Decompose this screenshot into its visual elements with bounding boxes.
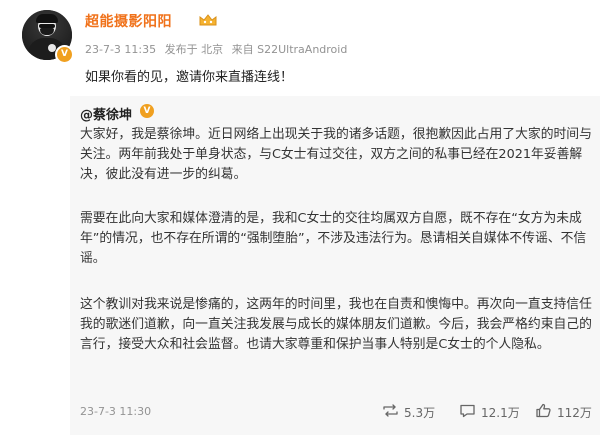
post-meta: 23-7-3 11:35 发布于 北京 来自 S22UltraAndroid	[85, 41, 352, 57]
post-location: 发布于 北京	[164, 43, 224, 56]
repost-verified-badge-icon: V	[140, 104, 154, 118]
like-icon	[536, 403, 551, 418]
verified-badge-icon: V	[55, 45, 74, 64]
repost-count: 5.3万	[404, 406, 436, 420]
repost-paragraph-1: 大家好，我是蔡徐坤。近日网络上出现关于我的诸多话题，很抱歉因此占用了大家的时间与…	[80, 127, 592, 182]
vip-crown-icon	[199, 14, 217, 26]
repost-icon	[383, 404, 398, 417]
comment-icon	[460, 404, 475, 418]
post-text: 如果你看的见，邀请你来直播连线！	[85, 70, 294, 85]
post-device: 来自 S22UltraAndroid	[231, 43, 348, 56]
repost-paragraph-3: 这个教训对我来说是惨痛的，这两年的时间里，我也在自责和懊悔中。再次向一直支持信任…	[80, 297, 592, 352]
repost-time[interactable]: 23-7-3 11:30	[80, 405, 151, 418]
repost-box[interactable]: @蔡徐坤 V 大家好，我是蔡徐坤。近日网络上出现关于我的诸多话题，很抱歉因此占用…	[70, 96, 600, 435]
avatar-mask	[40, 28, 54, 35]
weibo-post: V 超能摄影阳阳 23-7-3 11:35 发布于 北京 来自 S22Ultra…	[0, 0, 600, 435]
like-count: 112万	[557, 406, 592, 420]
post-time[interactable]: 23-7-3 11:35	[85, 43, 156, 56]
repost-author[interactable]: @蔡徐坤	[80, 104, 132, 123]
avatar-cap	[36, 14, 58, 23]
comment-count: 12.1万	[481, 406, 520, 420]
username[interactable]: 超能摄影阳阳	[85, 11, 172, 31]
repost-paragraph-2: 需要在此向大家和媒体澄清的是，我和C女士的交往均属双方自愿，既不存在“女方为未成…	[80, 211, 587, 266]
